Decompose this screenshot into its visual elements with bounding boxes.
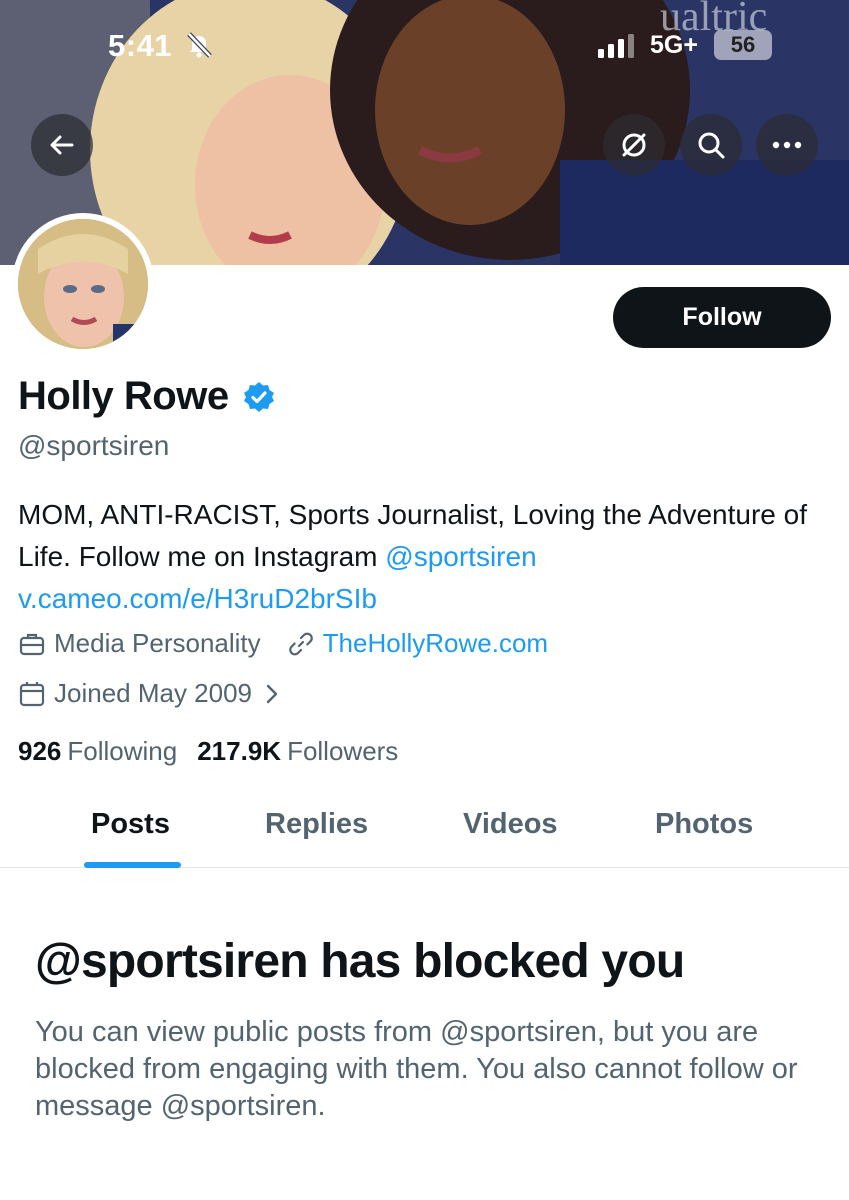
profile-banner[interactable]: ualtric 5:41 5G+ 56 [0, 0, 849, 265]
following-label: Following [67, 736, 178, 766]
joined-date: Joined May 2009 [54, 678, 253, 708]
tab-posts[interactable]: Posts [91, 808, 170, 841]
joined-row[interactable]: Joined May 2009 [18, 678, 280, 709]
bio-mention-link[interactable]: @sportsiren [385, 541, 536, 572]
following-stat[interactable]: 926 Following [18, 736, 177, 767]
blocked-message: You can view public posts from @sportsir… [35, 1016, 798, 1122]
more-button[interactable] [756, 114, 818, 176]
tab-videos[interactable]: Videos [463, 808, 558, 841]
briefcase-icon [19, 633, 45, 655]
followers-stat[interactable]: 217.9K Followers [197, 736, 398, 767]
category-item: Media Personality [18, 628, 261, 659]
active-tab-indicator [84, 862, 181, 868]
profile-handle: @sportsiren [18, 430, 170, 461]
verified-badge-icon[interactable] [243, 381, 275, 413]
battery-level: 56 [714, 30, 772, 60]
website-item[interactable]: TheHollyRowe.com [287, 628, 548, 659]
back-button[interactable] [31, 114, 93, 176]
blocked-title: @sportsiren has blocked you [35, 935, 685, 988]
bell-muted-icon [187, 32, 212, 58]
profile-tabs: Posts Replies Videos Photos [0, 790, 849, 868]
profile-category: Media Personality [54, 628, 261, 658]
grok-button[interactable] [603, 114, 665, 176]
followers-count: 217.9K [197, 736, 282, 766]
profile-name-row: Holly Rowe [18, 374, 275, 419]
website-link[interactable]: TheHollyRowe.com [323, 628, 548, 659]
follow-button[interactable]: Follow [613, 287, 831, 348]
tab-replies[interactable]: Replies [265, 808, 368, 841]
following-count: 926 [18, 736, 62, 766]
search-button[interactable] [680, 114, 742, 176]
status-bar: 5:41 5G+ 56 [0, 0, 849, 90]
search-icon [698, 132, 725, 159]
followers-label: Followers [287, 736, 399, 766]
network-type: 5G+ [650, 31, 698, 59]
grok-icon [622, 133, 646, 157]
bio-url-link[interactable]: v.cameo.com/e/H3ruD2brSIb [18, 583, 377, 614]
tab-photos[interactable]: Photos [655, 808, 753, 841]
profile-bio: MOM, ANTI-RACIST, Sports Journalist, Lov… [18, 494, 818, 620]
more-icon [772, 141, 802, 149]
status-time: 5:41 [108, 28, 173, 63]
display-name: Holly Rowe [18, 374, 229, 418]
chevron-right-icon [266, 684, 278, 703]
avatar[interactable] [12, 213, 154, 355]
profile-meta-row: Media Personality TheHollyRowe.com [18, 628, 548, 659]
follow-stats: 926 Following 217.9K Followers [18, 736, 398, 767]
avatar-photo [18, 219, 148, 349]
link-icon [288, 632, 313, 655]
signal-icon [598, 34, 634, 58]
back-arrow-icon [50, 135, 74, 155]
calendar-icon [19, 681, 45, 706]
